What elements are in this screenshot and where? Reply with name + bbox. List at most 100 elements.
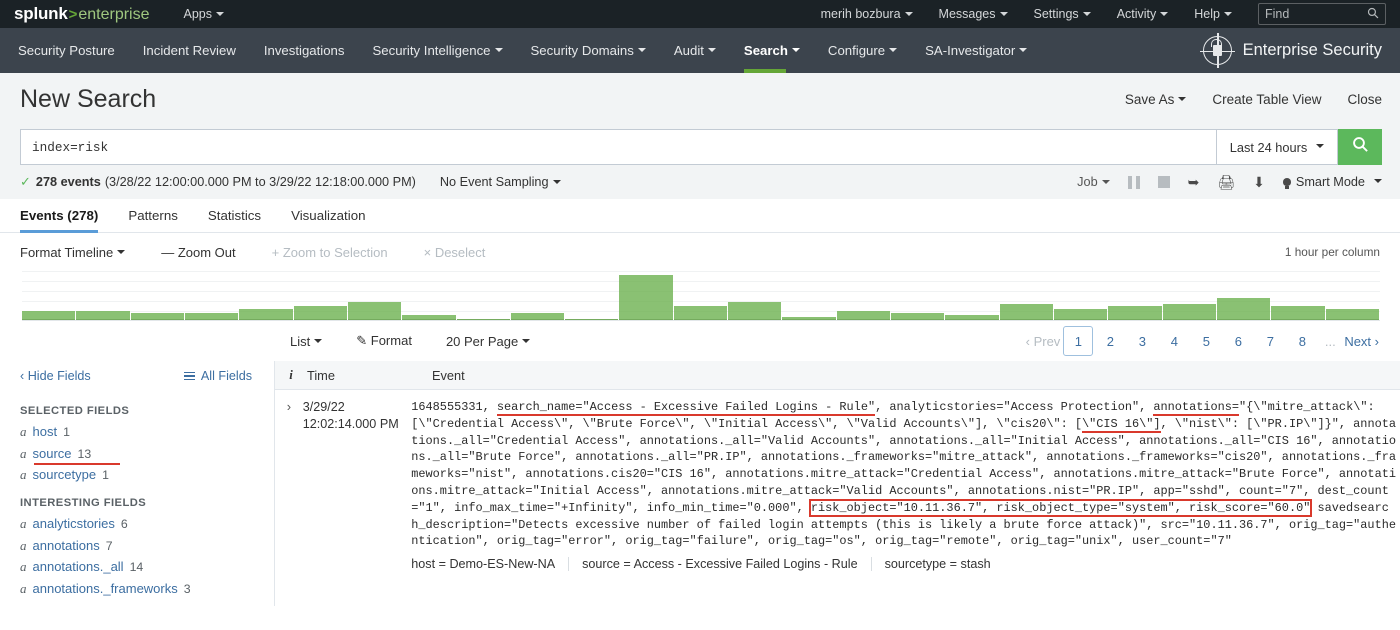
nav-security-domains[interactable]: Security Domains bbox=[531, 28, 646, 73]
find-input[interactable]: Find bbox=[1258, 3, 1386, 25]
activity-menu[interactable]: Activity bbox=[1117, 7, 1169, 21]
apps-menu[interactable]: Apps bbox=[184, 7, 225, 21]
field-item-sourcetype[interactable]: a sourcetype 1 bbox=[20, 467, 274, 483]
field-key: host bbox=[411, 557, 436, 572]
timeline-bar[interactable] bbox=[1271, 306, 1325, 321]
field-item-annotations-frameworks[interactable]: a annotations._frameworks 3 bbox=[20, 581, 274, 597]
nav-investigations[interactable]: Investigations bbox=[264, 28, 345, 73]
stop-icon[interactable] bbox=[1157, 176, 1170, 188]
timeline-bar[interactable] bbox=[1216, 298, 1271, 321]
close-button[interactable]: Close bbox=[1347, 92, 1382, 107]
pencil-icon: ✎ bbox=[356, 333, 368, 348]
pager-page-2[interactable]: 2 bbox=[1095, 326, 1125, 356]
pager-page-3[interactable]: 3 bbox=[1127, 326, 1157, 356]
nav-search[interactable]: Search bbox=[743, 28, 800, 73]
timeline-bar[interactable] bbox=[1108, 306, 1162, 321]
time-range-picker[interactable]: Last 24 hours bbox=[1216, 129, 1338, 165]
field-item-analyticstories[interactable]: a analyticstories 6 bbox=[20, 516, 274, 532]
job-menu-label: Job bbox=[1077, 175, 1098, 189]
column-header-event[interactable]: Event bbox=[432, 368, 1400, 383]
field-item-source[interactable]: a source 13 bbox=[20, 446, 274, 465]
nav-incident-review[interactable]: Incident Review bbox=[143, 28, 236, 73]
help-menu[interactable]: Help bbox=[1194, 7, 1232, 21]
search-icon bbox=[1367, 7, 1379, 22]
pager-page-8[interactable]: 8 bbox=[1287, 326, 1317, 356]
pager-page-5[interactable]: 5 bbox=[1191, 326, 1221, 356]
timeline-bar[interactable] bbox=[293, 306, 347, 321]
nav-label: Security Domains bbox=[530, 43, 634, 58]
tab-patterns[interactable]: Patterns bbox=[128, 208, 178, 232]
hide-fields-label: Hide Fields bbox=[27, 369, 91, 383]
pager-page-7[interactable]: 7 bbox=[1255, 326, 1285, 356]
nav-security-intelligence[interactable]: Security Intelligence bbox=[372, 28, 503, 73]
pager-page-6[interactable]: 6 bbox=[1223, 326, 1253, 356]
tab-statistics[interactable]: Statistics bbox=[208, 208, 261, 232]
hide-fields-button[interactable]: ‹ Hide Fields bbox=[20, 369, 91, 383]
splunk-logo[interactable]: splunk > enterprise bbox=[14, 4, 150, 24]
nav-sa-investigator[interactable]: SA-Investigator bbox=[925, 28, 1028, 73]
timeline-bar[interactable] bbox=[347, 302, 402, 321]
chevron-down-icon bbox=[1224, 11, 1232, 16]
print-icon[interactable]: 🖨 bbox=[1217, 175, 1235, 189]
results-meta-row: ✓ 278 events (3/28/22 12:00:00.000 PM to… bbox=[0, 165, 1400, 199]
event-raw-text[interactable]: 1648555331, search_name="Access - Excess… bbox=[411, 399, 1396, 550]
job-menu[interactable]: Job bbox=[1077, 175, 1110, 189]
app-nav-bar: Security Posture Incident Review Investi… bbox=[0, 28, 1400, 73]
event-sampling-menu[interactable]: No Event Sampling bbox=[440, 175, 561, 189]
pager-next[interactable]: Next › bbox=[1343, 326, 1380, 356]
share-icon[interactable]: ➥ bbox=[1188, 175, 1200, 189]
event-field-sourcetype[interactable]: sourcetype = stash bbox=[885, 557, 1004, 571]
pager-page-4[interactable]: 4 bbox=[1159, 326, 1189, 356]
all-fields-button[interactable]: All Fields bbox=[183, 369, 252, 383]
format-timeline-menu[interactable]: Format Timeline bbox=[20, 245, 126, 260]
settings-menu[interactable]: Settings bbox=[1034, 7, 1091, 21]
chevron-down-icon bbox=[707, 47, 716, 52]
tab-events[interactable]: Events (278) bbox=[20, 208, 99, 233]
search-query-input[interactable]: index=risk bbox=[20, 129, 1216, 165]
per-page-menu[interactable]: 20 Per Page bbox=[446, 334, 531, 349]
search-mode-menu[interactable]: Smart Mode bbox=[1282, 175, 1382, 189]
zoom-out-button[interactable]: — Zoom Out bbox=[161, 245, 235, 260]
top-app-bar-right: merih bozbura Messages Settings Activity… bbox=[821, 3, 1386, 25]
timeline-bar[interactable] bbox=[619, 275, 673, 321]
export-icon[interactable]: ⬇ bbox=[1253, 175, 1265, 189]
timeline-bar[interactable] bbox=[999, 304, 1053, 321]
nav-audit[interactable]: Audit bbox=[674, 28, 716, 73]
timeline-bar[interactable] bbox=[728, 302, 782, 321]
field-name: annotations._frameworks bbox=[32, 580, 178, 596]
event-field-host[interactable]: host = Demo-ES-New-NA bbox=[411, 557, 570, 572]
field-item-host[interactable]: a host 1 bbox=[20, 424, 274, 440]
event-date: 3/29/22 bbox=[302, 400, 345, 414]
timeline-bar[interactable] bbox=[673, 306, 728, 321]
pause-icon[interactable] bbox=[1127, 175, 1140, 189]
expand-row-icon[interactable]: › bbox=[275, 399, 303, 571]
messages-menu[interactable]: Messages bbox=[939, 7, 1008, 21]
format-button[interactable]: ✎ Format bbox=[356, 333, 412, 349]
field-item-annotations-all[interactable]: a annotations._all 14 bbox=[20, 559, 274, 575]
field-item-annotations[interactable]: a annotations 7 bbox=[20, 538, 274, 554]
chevron-down-icon bbox=[1101, 179, 1110, 184]
brand-gt-text: > bbox=[68, 6, 78, 23]
timeline-bar[interactable] bbox=[1162, 304, 1216, 321]
event-field-source[interactable]: source = Access - Excessive Failed Login… bbox=[582, 557, 872, 572]
timeline-baseline bbox=[22, 320, 1380, 321]
user-menu[interactable]: merih bozbura bbox=[821, 7, 913, 21]
create-table-view-button[interactable]: Create Table View bbox=[1212, 92, 1321, 107]
column-header-time[interactable]: Time bbox=[307, 368, 432, 383]
timeline-bars[interactable] bbox=[22, 271, 1380, 321]
list-icon bbox=[183, 371, 195, 381]
field-value: Access - Excessive Failed Logins - Rule bbox=[633, 557, 858, 572]
nav-configure[interactable]: Configure bbox=[828, 28, 898, 73]
save-as-button[interactable]: Save As bbox=[1125, 92, 1187, 107]
events-timeline-chart[interactable] bbox=[22, 271, 1380, 321]
timeline-resolution-label: 1 hour per column bbox=[1284, 245, 1380, 259]
event-body: 1648555331, search_name="Access - Excess… bbox=[411, 399, 1400, 572]
search-submit-button[interactable] bbox=[1338, 129, 1382, 165]
tab-visualization[interactable]: Visualization bbox=[291, 208, 365, 232]
nav-security-posture[interactable]: Security Posture bbox=[18, 28, 115, 73]
pager-page-1[interactable]: 1 bbox=[1063, 326, 1094, 356]
field-type-icon: a bbox=[20, 467, 27, 482]
event-sampling-label: No Event Sampling bbox=[439, 175, 549, 189]
field-name: annotations._all bbox=[32, 559, 124, 574]
list-mode-menu[interactable]: List bbox=[290, 334, 323, 349]
